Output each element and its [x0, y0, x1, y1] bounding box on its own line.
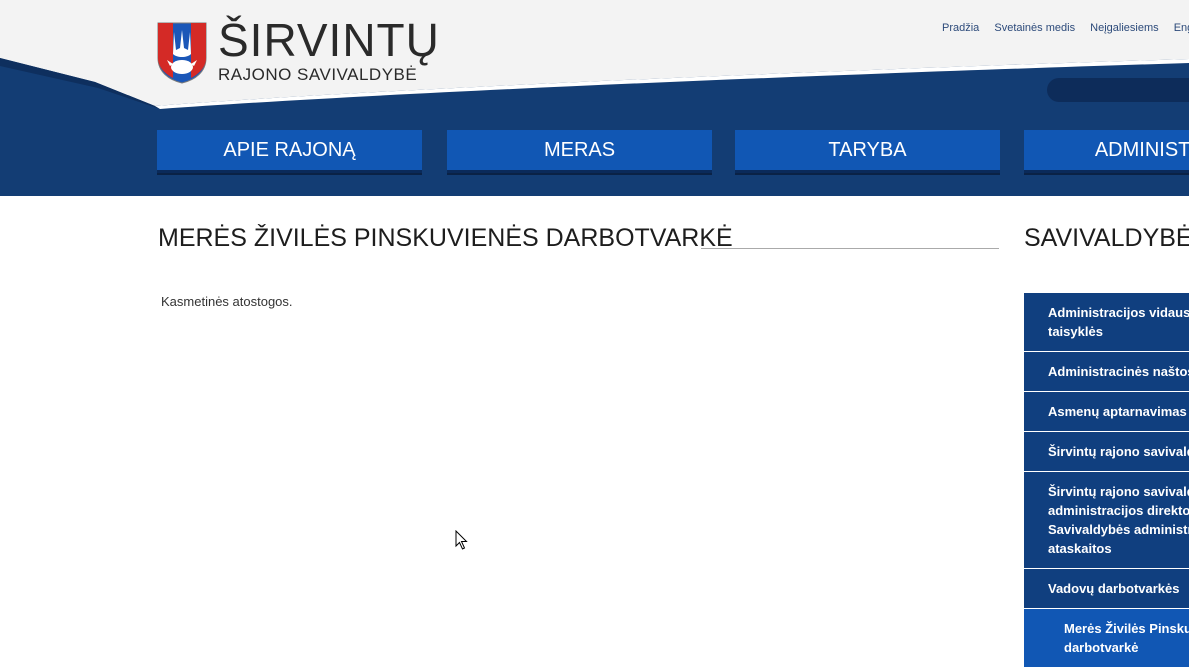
- sidebar-item[interactable]: Administracijos vidaus da taisyklės: [1024, 293, 1189, 352]
- content-text: Kasmetinės atostogos.: [161, 294, 293, 309]
- sidebar-item-label: Savivaldybės administrac: [1048, 522, 1189, 537]
- sidebar-item-label: ataskaitos: [1048, 541, 1112, 556]
- main-nav: APIE RAJONĄ MERAS TARYBA ADMINISTRA: [157, 130, 1189, 174]
- sidebar-item-label: Širvintų rajono savivaldyb: [1048, 444, 1189, 459]
- top-links: Pradžia Svetainės medis Neįgaliesiems En…: [942, 22, 1189, 34]
- mouse-cursor-icon: [455, 529, 469, 555]
- sidebar-item-label: Širvintų rajono savivaldyb: [1048, 484, 1189, 499]
- nav-item-mayor[interactable]: MERAS: [447, 130, 712, 173]
- sidebar-item-label: Administracijos vidaus da: [1048, 305, 1189, 320]
- top-link-accessibility[interactable]: Neįgaliesiems: [1090, 22, 1158, 34]
- site-header: ŠIRVINTŲ RAJONO SAVIVALDYBĖ Pradžia Svet…: [0, 0, 1189, 196]
- sidebar-item[interactable]: Merės Živilės Pinskuvi darbotvarkė: [1024, 609, 1189, 668]
- top-link-sitemap[interactable]: Svetainės medis: [994, 22, 1075, 34]
- sidebar-item-label: Asmenų aptarnavimas: [1048, 404, 1187, 419]
- nav-item-administration[interactable]: ADMINISTRA: [1024, 130, 1189, 173]
- sidebar-item[interactable]: Širvintų rajono savivaldyb: [1024, 432, 1189, 472]
- site-subtitle: RAJONO SAVIVALDYBĖ: [218, 65, 418, 84]
- sidebar-item-label: taisyklės: [1048, 324, 1103, 339]
- sidebar-item-label: Administracinės naštos m: [1048, 364, 1189, 379]
- search-input[interactable]: [1047, 78, 1189, 102]
- page-title: MERĖS ŽIVILĖS PINSKUVIENĖS DARBOTVARKĖ: [158, 224, 733, 252]
- sidebar-item-label: Vadovų darbotvarkės: [1048, 581, 1180, 596]
- sidebar-item[interactable]: Administracinės naštos m: [1024, 352, 1189, 392]
- title-divider: [701, 248, 999, 249]
- sidebar-menu: Administracijos vidaus dataisyklėsAdmini…: [1024, 293, 1189, 668]
- sidebar-item[interactable]: Vadovų darbotvarkės: [1024, 569, 1189, 609]
- sidebar-item-label: Merės Živilės Pinskuvi: [1064, 621, 1189, 636]
- coat-of-arms-icon[interactable]: [157, 22, 207, 84]
- top-link-english[interactable]: Eng: [1174, 22, 1189, 34]
- site-title[interactable]: ŠIRVINTŲ: [218, 14, 440, 66]
- top-link-home[interactable]: Pradžia: [942, 22, 979, 34]
- sidebar-item[interactable]: Asmenų aptarnavimas: [1024, 392, 1189, 432]
- sidebar-item-label: darbotvarkė: [1064, 640, 1139, 655]
- nav-item-about-district[interactable]: APIE RAJONĄ: [157, 130, 422, 173]
- sidebar-item[interactable]: Širvintų rajono savivaldyb administracijo…: [1024, 472, 1189, 569]
- sidebar-title: SAVIVALDYBĖ: [1024, 224, 1189, 252]
- nav-item-council[interactable]: TARYBA: [735, 130, 1000, 173]
- sidebar-item-label: administracijos direktoria: [1048, 503, 1189, 518]
